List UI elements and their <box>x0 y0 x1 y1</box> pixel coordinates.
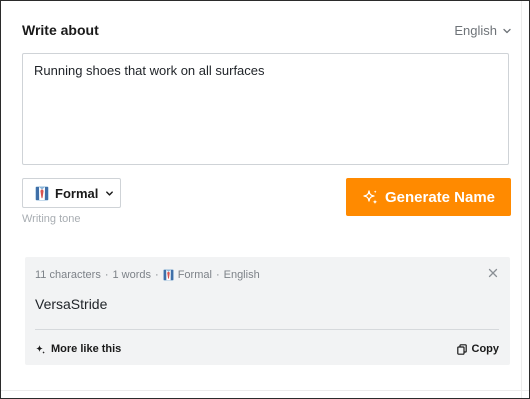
tone-dropdown-value: Formal <box>55 185 99 201</box>
generated-name: VersaStride <box>35 296 108 312</box>
character-count: 11 characters <box>35 269 101 281</box>
panel-edge-rule <box>521 1 522 398</box>
generator-panel: Write about English Running shoes that w… <box>0 0 530 399</box>
sparkles-icon <box>36 344 46 354</box>
necktie-emoji-icon <box>35 186 49 200</box>
copy-button[interactable]: Copy <box>456 343 500 355</box>
chevron-down-icon <box>106 190 114 196</box>
sparkles-icon <box>363 189 378 204</box>
result-tone: Formal <box>177 269 212 281</box>
meta-separator: · <box>155 269 159 281</box>
result-meta: 11 characters · 1 words · Formal · Engli… <box>35 269 260 281</box>
close-icon[interactable] <box>487 267 499 279</box>
result-language: English <box>223 269 260 281</box>
chevron-down-icon <box>503 28 511 33</box>
generate-name-button[interactable]: Generate Name <box>346 178 511 216</box>
card-divider <box>35 329 499 330</box>
copy-icon <box>456 343 467 355</box>
copy-label: Copy <box>471 343 500 355</box>
word-count: 1 words <box>112 269 152 281</box>
panel-bottom-rule <box>1 390 529 391</box>
section-title: Write about <box>22 22 99 38</box>
topic-textarea[interactable]: Running shoes that work on all surfaces <box>22 53 509 165</box>
tone-caption: Writing tone <box>22 213 81 225</box>
necktie-emoji-icon <box>163 269 174 281</box>
generate-name-label: Generate Name <box>384 188 496 206</box>
meta-separator: · <box>104 269 109 281</box>
tone-dropdown-button[interactable]: Formal <box>22 178 121 208</box>
more-like-this-button[interactable]: More like this <box>35 343 121 355</box>
meta-separator: · <box>215 269 220 281</box>
more-like-this-label: More like this <box>51 343 122 355</box>
language-select-value: English <box>454 23 497 38</box>
language-select[interactable]: English <box>454 23 512 38</box>
result-card: 11 characters · 1 words · Formal · Engli… <box>25 257 510 365</box>
